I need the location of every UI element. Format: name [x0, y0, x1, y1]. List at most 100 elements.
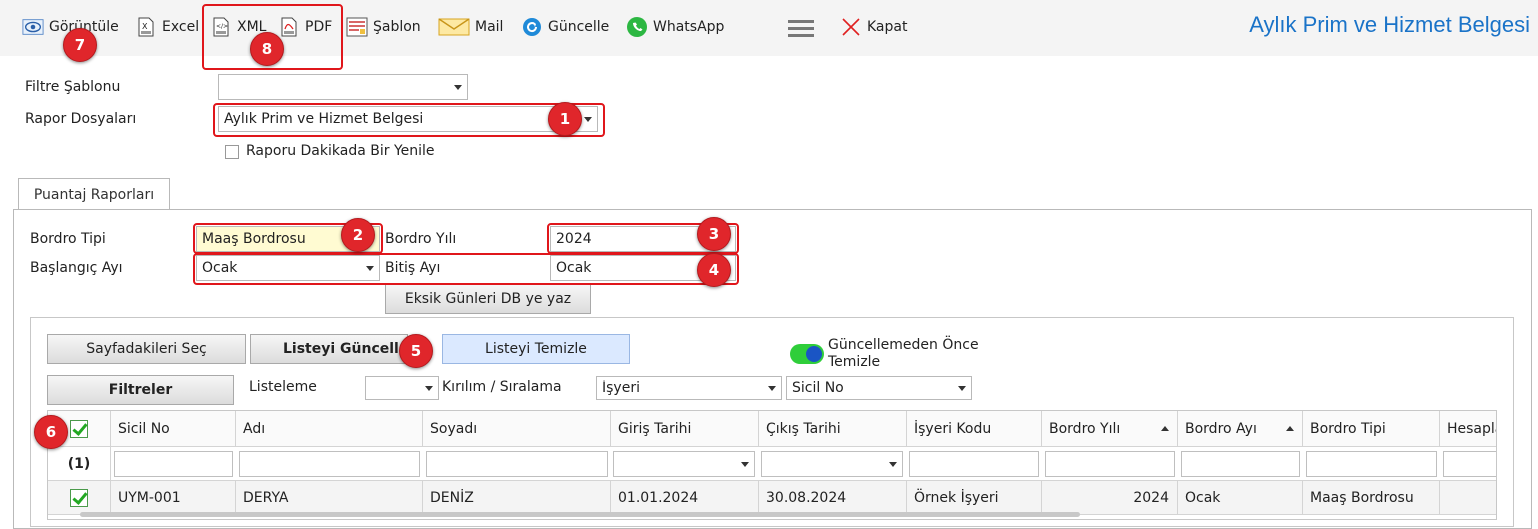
refresh-every-minute-checkbox[interactable]	[225, 145, 239, 159]
cell-bordro-yili: 2024	[1042, 481, 1178, 514]
excel-icon: X	[135, 16, 157, 38]
selected-count: (1)	[48, 447, 111, 480]
svg-text:X: X	[142, 22, 148, 31]
col-header-adi[interactable]: Adı	[236, 411, 423, 446]
refresh-button[interactable]: Güncelle	[521, 14, 609, 40]
refresh-button-label: Güncelle	[548, 19, 610, 35]
col-header-sicil-no[interactable]: Sicil No	[111, 411, 236, 446]
col-header-bordro-ayi-label: Bordro Ayı	[1185, 420, 1257, 437]
col-header-bordro-yili-label: Bordro Yılı	[1049, 420, 1121, 437]
sort-asc-icon	[1161, 426, 1169, 431]
clear-list-button[interactable]: Listeyi Temizle	[442, 334, 630, 364]
excel-button-label: Excel	[162, 19, 200, 35]
payroll-year-label: Bordro Yılı	[385, 231, 457, 247]
filter-input-soyadi[interactable]	[426, 451, 608, 477]
cell-giris-tarihi: 01.01.2024	[611, 481, 759, 514]
filters-button[interactable]: Filtreler	[47, 375, 234, 405]
highlight-1	[213, 103, 605, 137]
filter-input-bordro-tipi[interactable]	[1306, 451, 1437, 477]
tab-label: Puantaj Raporları	[33, 186, 155, 203]
close-icon	[840, 16, 862, 38]
start-month-label: Başlangıç Ayı	[30, 260, 123, 276]
filter-input-sicil-no[interactable]	[114, 451, 233, 477]
row-checkbox[interactable]	[70, 488, 88, 507]
table-row[interactable]: UYM-001 DERYA DENİZ 01.01.2024 30.08.202…	[48, 481, 1496, 515]
chevron-down-icon	[420, 377, 438, 399]
horizontal-scrollbar[interactable]	[80, 512, 1080, 517]
chevron-down-icon	[449, 75, 467, 99]
template-button-label: Şablon	[373, 19, 421, 35]
clear-before-update-toggle[interactable]	[790, 344, 824, 364]
annotation-badge-4: 4	[697, 253, 731, 287]
filter-input-adi[interactable]	[239, 451, 420, 477]
mail-icon	[438, 16, 470, 38]
breakdown-label: Kırılım / Sıralama	[442, 379, 562, 395]
annotation-badge-8: 8	[250, 32, 284, 66]
chevron-down-icon	[736, 452, 754, 476]
col-header-bordro-yili[interactable]: Bordro Yılı	[1042, 411, 1178, 446]
write-missing-days-button[interactable]: Eksik Günleri DB ye yaz	[385, 284, 591, 314]
template-icon	[346, 16, 368, 38]
clear-before-update-label: Güncellemeden Önce Temizle	[828, 337, 979, 371]
cell-bordro-ayi: Ocak	[1178, 481, 1303, 514]
chevron-down-icon	[953, 377, 971, 399]
menu-icon[interactable]	[788, 16, 814, 42]
cell-bordro-tipi: Maaş Bordrosu	[1303, 481, 1440, 514]
excel-button[interactable]: X Excel	[135, 14, 199, 40]
data-grid: Sicil No Adı Soyadı Giriş Tarihi Çıkış T…	[47, 410, 1497, 520]
annotation-badge-6: 6	[34, 415, 68, 449]
select-all-checkbox[interactable]	[70, 419, 88, 438]
filter-select-giris-tarihi[interactable]	[613, 451, 755, 477]
close-button[interactable]: Kapat	[840, 14, 907, 40]
listing-label: Listeleme	[249, 379, 317, 395]
filter-input-isyeri-kodu[interactable]	[909, 451, 1039, 477]
cell-adi: DERYA	[236, 481, 423, 514]
cell-hesapla	[1440, 481, 1496, 514]
col-header-bordro-tipi[interactable]: Bordro Tipi	[1303, 411, 1440, 446]
clear-before-update-label-line2: Temizle	[828, 354, 881, 370]
chevron-down-icon	[884, 452, 902, 476]
template-button[interactable]: Şablon	[346, 14, 421, 40]
whatsapp-icon	[626, 16, 648, 38]
select-page-button[interactable]: Sayfadakileri Seç	[47, 334, 246, 364]
clear-before-update-label-line1: Güncellemeden Önce	[828, 337, 979, 353]
annotation-badge-3: 3	[697, 217, 731, 251]
annotation-badge-2: 2	[341, 218, 375, 252]
eye-icon	[22, 16, 44, 38]
sort-asc-icon	[1286, 426, 1294, 431]
filter-template-label: Filtre Şablonu	[25, 79, 121, 95]
payroll-type-label: Bordro Tipi	[30, 231, 106, 247]
listing-select[interactable]	[365, 376, 439, 400]
grid-filter-row: (1)	[48, 447, 1496, 481]
breakdown-select-1[interactable]: İşyeri	[596, 376, 782, 400]
filter-input-hesapla[interactable]	[1443, 451, 1496, 477]
cell-sicil-no: UYM-001	[111, 481, 236, 514]
cell-isyeri-kodu: Örnek İşyeri	[907, 481, 1042, 514]
whatsapp-button-label: WhatsApp	[653, 19, 725, 35]
close-button-label: Kapat	[867, 19, 908, 35]
tab-puantaj-raporlari[interactable]: Puantaj Raporları	[18, 178, 170, 210]
filter-select-cikis-tarihi[interactable]	[761, 451, 903, 477]
update-list-button[interactable]: Listeyi Güncelle	[250, 334, 408, 364]
filter-template-select[interactable]	[218, 74, 468, 100]
col-header-bordro-ayi[interactable]: Bordro Ayı	[1178, 411, 1303, 446]
whatsapp-button[interactable]: WhatsApp	[626, 14, 724, 40]
mail-button[interactable]: Mail	[438, 14, 503, 40]
cell-cikis-tarihi: 30.08.2024	[759, 481, 907, 514]
annotation-badge-5: 5	[399, 334, 433, 368]
col-header-giris-tarihi[interactable]: Giriş Tarihi	[611, 411, 759, 446]
grid-header-row: Sicil No Adı Soyadı Giriş Tarihi Çıkış T…	[48, 411, 1496, 447]
breakdown-select-2[interactable]: Sicil No	[786, 376, 972, 400]
col-header-isyeri-kodu[interactable]: İşyeri Kodu	[907, 411, 1042, 446]
col-header-soyadi[interactable]: Soyadı	[423, 411, 611, 446]
annotation-badge-7: 7	[63, 28, 97, 62]
page-title: Aylık Prim ve Hizmet Belgesi	[1249, 12, 1530, 37]
refresh-icon	[521, 16, 543, 38]
row-select[interactable]	[48, 481, 111, 514]
filter-input-bordro-ayi[interactable]	[1181, 451, 1300, 477]
col-header-cikis-tarihi[interactable]: Çıkış Tarihi	[759, 411, 907, 446]
col-header-hesapla[interactable]: Hesapla	[1440, 411, 1496, 446]
refresh-every-minute-label: Raporu Dakikada Bir Yenile	[246, 143, 435, 159]
filter-input-bordro-yili[interactable]	[1045, 451, 1175, 477]
cell-soyadi: DENİZ	[423, 481, 611, 514]
